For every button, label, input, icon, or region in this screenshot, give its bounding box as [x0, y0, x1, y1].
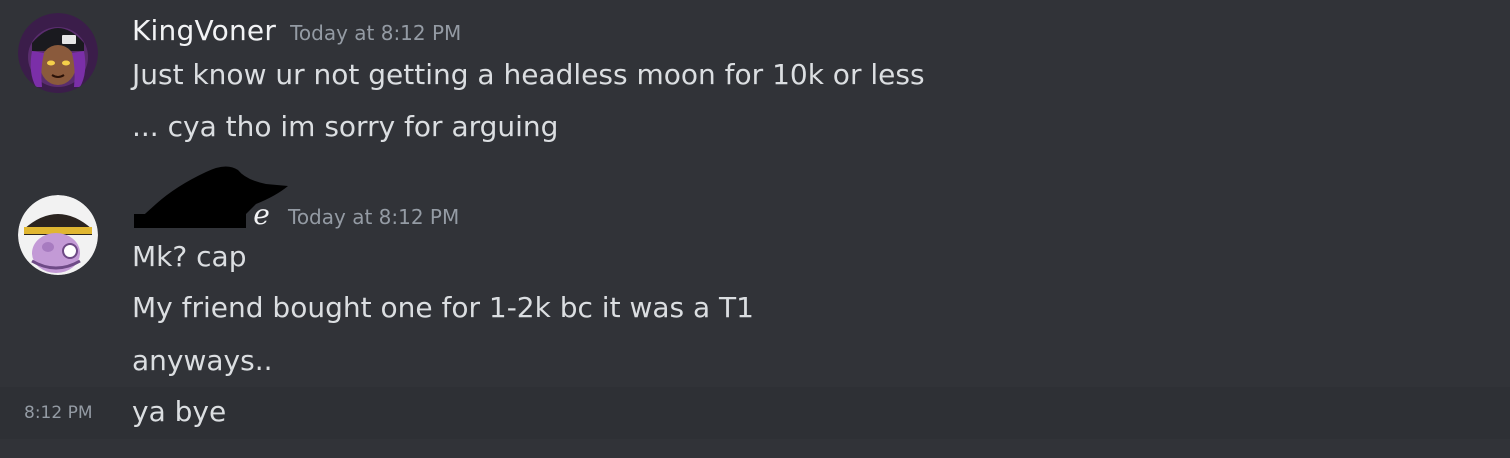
message-text: ya bye	[132, 395, 227, 428]
user-avatar-icon	[18, 195, 98, 275]
message-text: Just know ur not getting a headless moon…	[132, 58, 925, 91]
timestamp[interactable]: Today at 8:12 PM	[288, 205, 459, 229]
hover-timestamp[interactable]: 8:12 PM	[24, 403, 93, 423]
message-text: My friend bought one for 1-2k bc it was …	[132, 291, 754, 324]
message-group-2: e Today at 8:12 PM Mk? cap My friend boug…	[0, 150, 1510, 387]
avatar[interactable]	[18, 13, 98, 93]
message-group-1: KingVoner Today at 8:12 PM Just know ur n…	[0, 0, 1510, 160]
username[interactable]: KingVoner	[132, 14, 276, 47]
user-avatar-icon	[18, 13, 98, 93]
message-text: ... cya tho im sorry for arguing	[132, 110, 559, 143]
avatar[interactable]	[18, 195, 98, 275]
redaction-scribble	[134, 166, 288, 228]
message-header: KingVoner Today at 8:12 PM	[132, 14, 461, 47]
timestamp[interactable]: Today at 8:12 PM	[290, 21, 461, 45]
message-row-hovered[interactable]: 8:12 PM ya bye	[0, 387, 1510, 439]
message-text: Mk? cap	[132, 240, 247, 273]
message-text: anyways..	[132, 344, 273, 377]
